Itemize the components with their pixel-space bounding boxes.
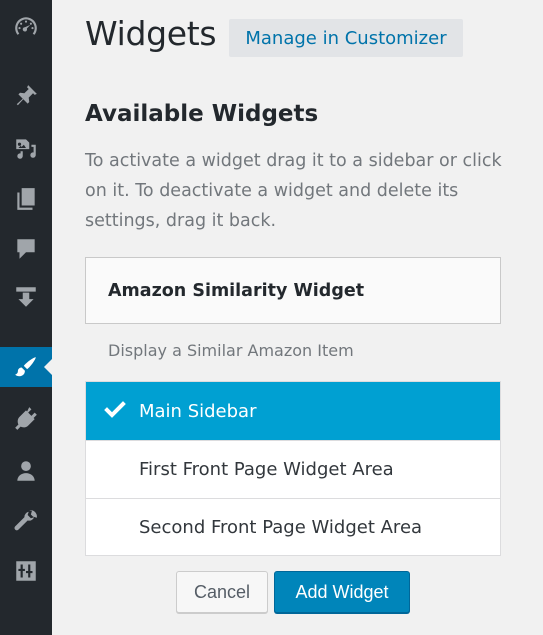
widget-description: Display a Similar Amazon Item: [108, 341, 354, 360]
comments-icon[interactable]: [0, 229, 52, 269]
users-icon[interactable]: [0, 451, 52, 491]
cancel-button[interactable]: Cancel: [176, 571, 268, 613]
download-icon[interactable]: [0, 277, 52, 317]
widget-name: Amazon Similarity Widget: [108, 280, 365, 301]
tools-icon[interactable]: [0, 501, 52, 541]
available-widgets-description: To activate a widget drag it to a sideba…: [85, 151, 502, 231]
widget-area-label: First Front Page Widget Area: [139, 459, 394, 480]
widget-area-label: Main Sidebar: [139, 400, 257, 422]
widget-area-chooser: Main Sidebar First Front Page Widget Are…: [85, 381, 501, 556]
widget-title-bar[interactable]: Amazon Similarity Widget: [85, 257, 501, 324]
media-icon[interactable]: [0, 128, 52, 168]
plugins-icon[interactable]: [0, 398, 52, 438]
manage-in-customizer-button[interactable]: Manage in Customizer: [229, 19, 463, 57]
pages-icon[interactable]: [0, 179, 52, 219]
paintbrush-icon[interactable]: [0, 347, 52, 387]
settings-icon[interactable]: [0, 551, 52, 591]
available-widgets-heading: Available Widgets: [85, 101, 319, 127]
checkmark-icon: [104, 401, 126, 418]
widget-area-option-second-front-page[interactable]: Second Front Page Widget Area: [86, 498, 500, 556]
widget-area-option-first-front-page[interactable]: First Front Page Widget Area: [86, 440, 500, 498]
widget-area-label: Second Front Page Widget Area: [139, 517, 423, 538]
widget-area-option-main-sidebar[interactable]: Main Sidebar: [86, 382, 500, 440]
pin-icon[interactable]: [0, 76, 52, 116]
admin-sidebar: [0, 0, 52, 635]
add-widget-button[interactable]: Add Widget: [274, 571, 410, 613]
dashboard-icon[interactable]: [0, 7, 52, 47]
page-title: Widgets: [85, 14, 217, 53]
